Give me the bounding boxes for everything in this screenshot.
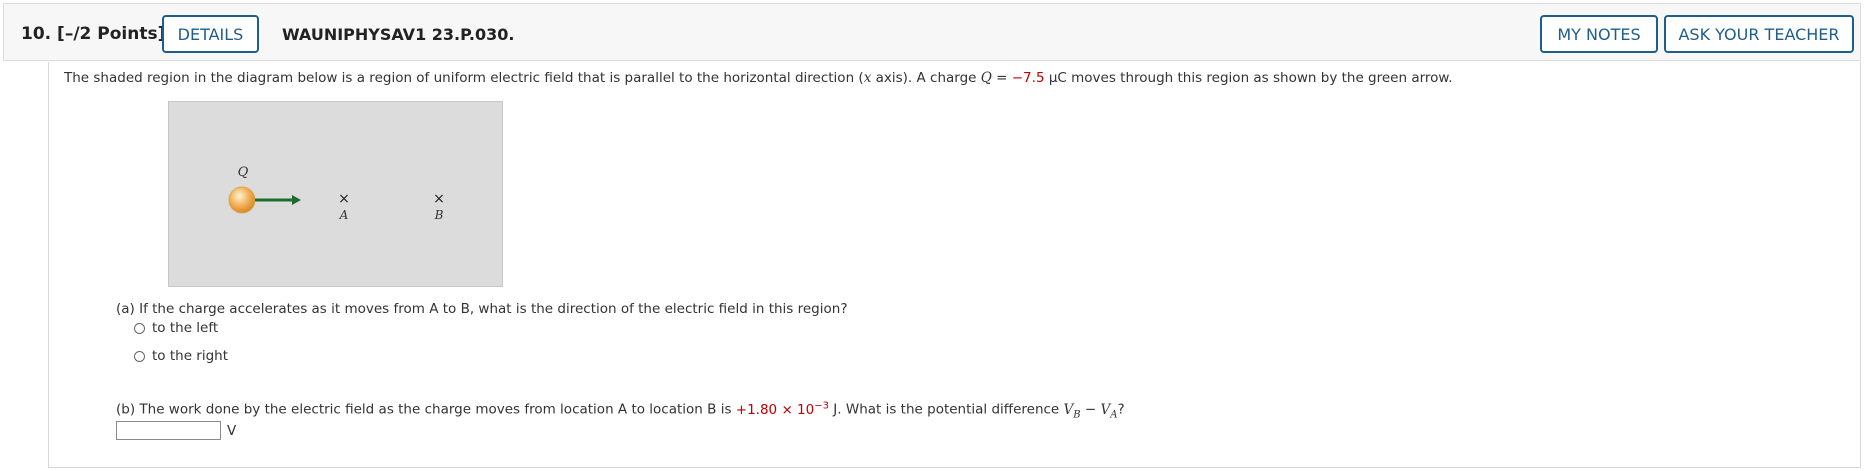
work-exponent: −3	[814, 400, 829, 411]
velocity-arrow-head	[292, 195, 301, 205]
va-subscript: A	[1110, 409, 1118, 421]
ask-your-teacher-button[interactable]: ASK YOUR TEACHER	[1664, 15, 1854, 53]
option-label: to the right	[152, 348, 229, 364]
question-intro: The shaded region in the diagram below i…	[64, 70, 1453, 86]
point-a-marker: ×	[338, 191, 350, 207]
part-a-prompt: (a) If the charge accelerates as it move…	[116, 301, 848, 317]
part-b-prompt: (b) The work done by the electric field …	[116, 400, 1125, 420]
intro-text-before: The shaded region in the diagram below i…	[64, 70, 864, 86]
question-number: 10.	[21, 24, 52, 44]
va-letter: V	[1100, 401, 1111, 418]
radio-button[interactable]	[134, 350, 145, 362]
point-b-label: B	[434, 208, 444, 222]
charge-unit: µC	[1044, 70, 1067, 86]
points-label: [–/2 Points]	[57, 24, 166, 44]
work-mantissa: +1.80 × 10	[735, 401, 815, 418]
question-header: 10. [–/2 Points] DETAILS WAUNIPHYSAV1 23…	[3, 3, 1861, 61]
details-button[interactable]: DETAILS	[162, 15, 259, 53]
va-symbol: VA	[1100, 401, 1118, 421]
field-region-diagram: Q × A × B	[168, 101, 503, 287]
radio-button[interactable]	[134, 322, 145, 334]
option-to-the-right[interactable]: to the right	[134, 348, 228, 364]
option-label: to the left	[152, 320, 219, 336]
unit-label: V	[227, 423, 237, 439]
point-a-label: A	[339, 208, 349, 222]
equals-sign: =	[991, 70, 1012, 86]
option-to-the-left[interactable]: to the left	[134, 320, 218, 336]
diagram-canvas: Q × A × B	[228, 165, 445, 222]
vb-subscript: B	[1073, 409, 1081, 421]
charge-ball	[228, 186, 256, 214]
intro-text-after: moves through this region as shown by th…	[1066, 70, 1453, 86]
intro-text-axis: axis). A charge	[871, 70, 981, 86]
charge-label: Q	[238, 165, 249, 180]
part-b-text-before: (b) The work done by the electric field …	[116, 401, 736, 418]
my-notes-button[interactable]: MY NOTES	[1540, 15, 1658, 53]
point-b-marker: ×	[433, 191, 445, 207]
vb-symbol: VB	[1063, 401, 1081, 421]
question-code: WAUNIPHYSAV1 23.P.030.	[282, 25, 515, 44]
work-value: +1.80 × 10−3	[735, 400, 829, 418]
part-b-text-mid: J. What is the potential difference	[828, 401, 1064, 418]
question-number-points: 10. [–/2 Points]	[21, 24, 165, 44]
potential-difference-input[interactable]	[116, 421, 221, 440]
charge-variable: Q	[980, 70, 992, 86]
minus-sign: −	[1080, 401, 1101, 418]
vb-letter: V	[1063, 401, 1074, 418]
question-mark: ?	[1117, 401, 1125, 418]
charge-value: −7.5	[1011, 70, 1045, 86]
